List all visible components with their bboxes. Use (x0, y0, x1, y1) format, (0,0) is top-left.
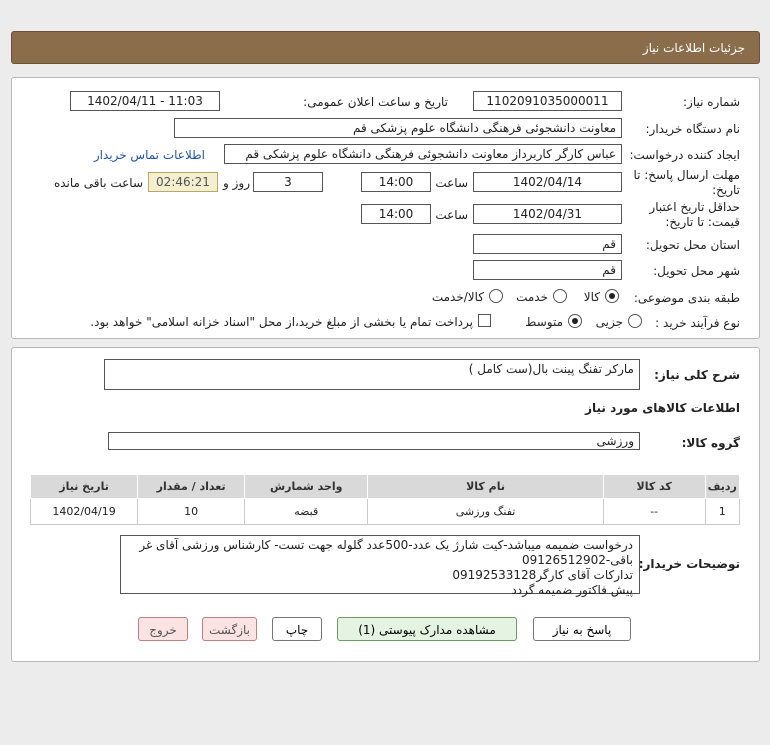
remaining-time-field: 02:46:21 (148, 172, 218, 192)
province-label: استان محل تحویل: (645, 238, 740, 252)
deadline-label-2: تاریخ: (712, 183, 740, 197)
cell-qty: 10 (137, 498, 246, 525)
cell-date: 1402/04/19 (29, 498, 139, 525)
treasury-note: پرداخت تمام یا بخشی از مبلغ خرید،از محل … (90, 315, 473, 329)
col-name: نام کالا (367, 474, 604, 499)
page-title: جزئیات اطلاعات نیاز (642, 41, 745, 55)
category-option-goods-service: کالا/خدمت (431, 290, 484, 304)
notes-line-2: باقی-09126512902 (521, 553, 633, 567)
exit-button[interactable]: خروج (138, 617, 188, 641)
category-radio-service[interactable] (553, 289, 567, 303)
treasury-checkbox[interactable] (478, 314, 491, 327)
days-field: 3 (253, 172, 323, 192)
requester-field: عباس کارگر کاربرداز معاونت دانشجوئی فرهن… (224, 144, 622, 164)
cell-row: 1 (704, 498, 741, 525)
notes-line-3: تدارکات آقای کارگر09192533128 (452, 568, 633, 582)
announce-label: تاریخ و ساعت اعلان عمومی: (303, 95, 448, 109)
col-unit: واحد شمارش (244, 474, 369, 499)
process-option-minor: جزیی (595, 315, 623, 329)
process-radio-minor[interactable] (628, 314, 642, 328)
summary-label: شرح کلی نیاز: (654, 368, 740, 382)
notes-line-4: پیش فاکتور ضمیمه گردد (511, 583, 633, 597)
goods-section-title: اطلاعات کالاهای مورد نیاز (585, 401, 740, 415)
province-field: قم (473, 234, 622, 254)
process-option-medium: متوسط (525, 315, 563, 329)
attachments-button[interactable]: مشاهده مدارک پیوستی (1) (337, 617, 517, 641)
validity-label-2: قیمت: تا تاریخ: (665, 215, 740, 229)
back-button[interactable]: بازگشت (202, 617, 257, 641)
col-code: کد کالا (602, 474, 706, 499)
deadline-label-1: مهلت ارسال پاسخ: تا (633, 168, 740, 182)
category-option-service: خدمت (516, 290, 548, 304)
page-header: جزئیات اطلاعات نیاز (11, 31, 760, 64)
category-radio-goods[interactable] (605, 289, 619, 303)
cell-unit: قبضه (244, 498, 369, 525)
need-number-label: شماره نیاز: (683, 95, 740, 109)
remaining-label: ساعت باقی مانده (53, 176, 143, 190)
days-label: روز و (223, 176, 250, 190)
city-label: شهر محل تحویل: (653, 264, 740, 278)
process-radio-medium[interactable] (568, 314, 582, 328)
city-field: قم (473, 260, 622, 280)
col-date: تاریخ نیاز (29, 474, 139, 499)
print-button[interactable]: چاپ (272, 617, 322, 641)
need-number-field: 1102091035000011 (473, 91, 622, 111)
category-label: طبقه بندی موضوعی: (633, 291, 740, 305)
deadline-time-field: 14:00 (361, 172, 431, 192)
validity-time-field: 14:00 (361, 204, 431, 224)
deadline-date-field: 1402/04/14 (473, 172, 622, 192)
col-qty: تعداد / مقدار (137, 474, 246, 499)
notes-field: درخواست ضمیمه میباشد-کیت شارژ یک عدد-500… (120, 535, 640, 597)
deadline-time-label: ساعت (435, 176, 468, 190)
table-header-row: ردیف کد کالا نام کالا واحد شمارش تعداد /… (29, 474, 741, 499)
category-option-goods: کالا (583, 290, 600, 304)
validity-date-field: 1402/04/31 (473, 204, 622, 224)
buyer-org-field: معاونت دانشجوئی فرهنگی دانشگاه علوم پزشک… (174, 118, 622, 138)
requester-label: ایجاد کننده درخواست: (629, 148, 740, 162)
notes-line-1: درخواست ضمیمه میباشد-کیت شارژ یک عدد-500… (139, 538, 633, 552)
table-row: 1 -- تفنگ ورزشی قبضه 10 1402/04/19 (29, 498, 741, 525)
goods-group-field: ورزشی (108, 432, 640, 450)
contact-buyer-link[interactable]: اطلاعات تماس خریدار (94, 148, 205, 162)
validity-time-label: ساعت (435, 208, 468, 222)
col-row: ردیف (704, 474, 741, 499)
announce-field: 1402/04/11 - 11:03 (70, 91, 220, 111)
category-radio-goods-service[interactable] (489, 289, 503, 303)
cell-name: تفنگ ورزشی (367, 498, 604, 525)
validity-label-1: حداقل تاریخ اعتبار (649, 200, 740, 214)
process-label: نوع فرآیند خرید : (655, 316, 740, 330)
items-table: ردیف کد کالا نام کالا واحد شمارش تعداد /… (29, 474, 741, 525)
notes-label: توضیحات خریدار: (638, 557, 740, 571)
goods-group-label: گروه کالا: (681, 436, 740, 450)
buyer-org-label: نام دستگاه خریدار: (645, 122, 741, 136)
reply-button[interactable]: پاسخ به نیاز (533, 617, 631, 641)
summary-field: مارکر تفنگ پینت بال(ست کامل ) (104, 359, 640, 390)
cell-code: -- (602, 498, 706, 525)
